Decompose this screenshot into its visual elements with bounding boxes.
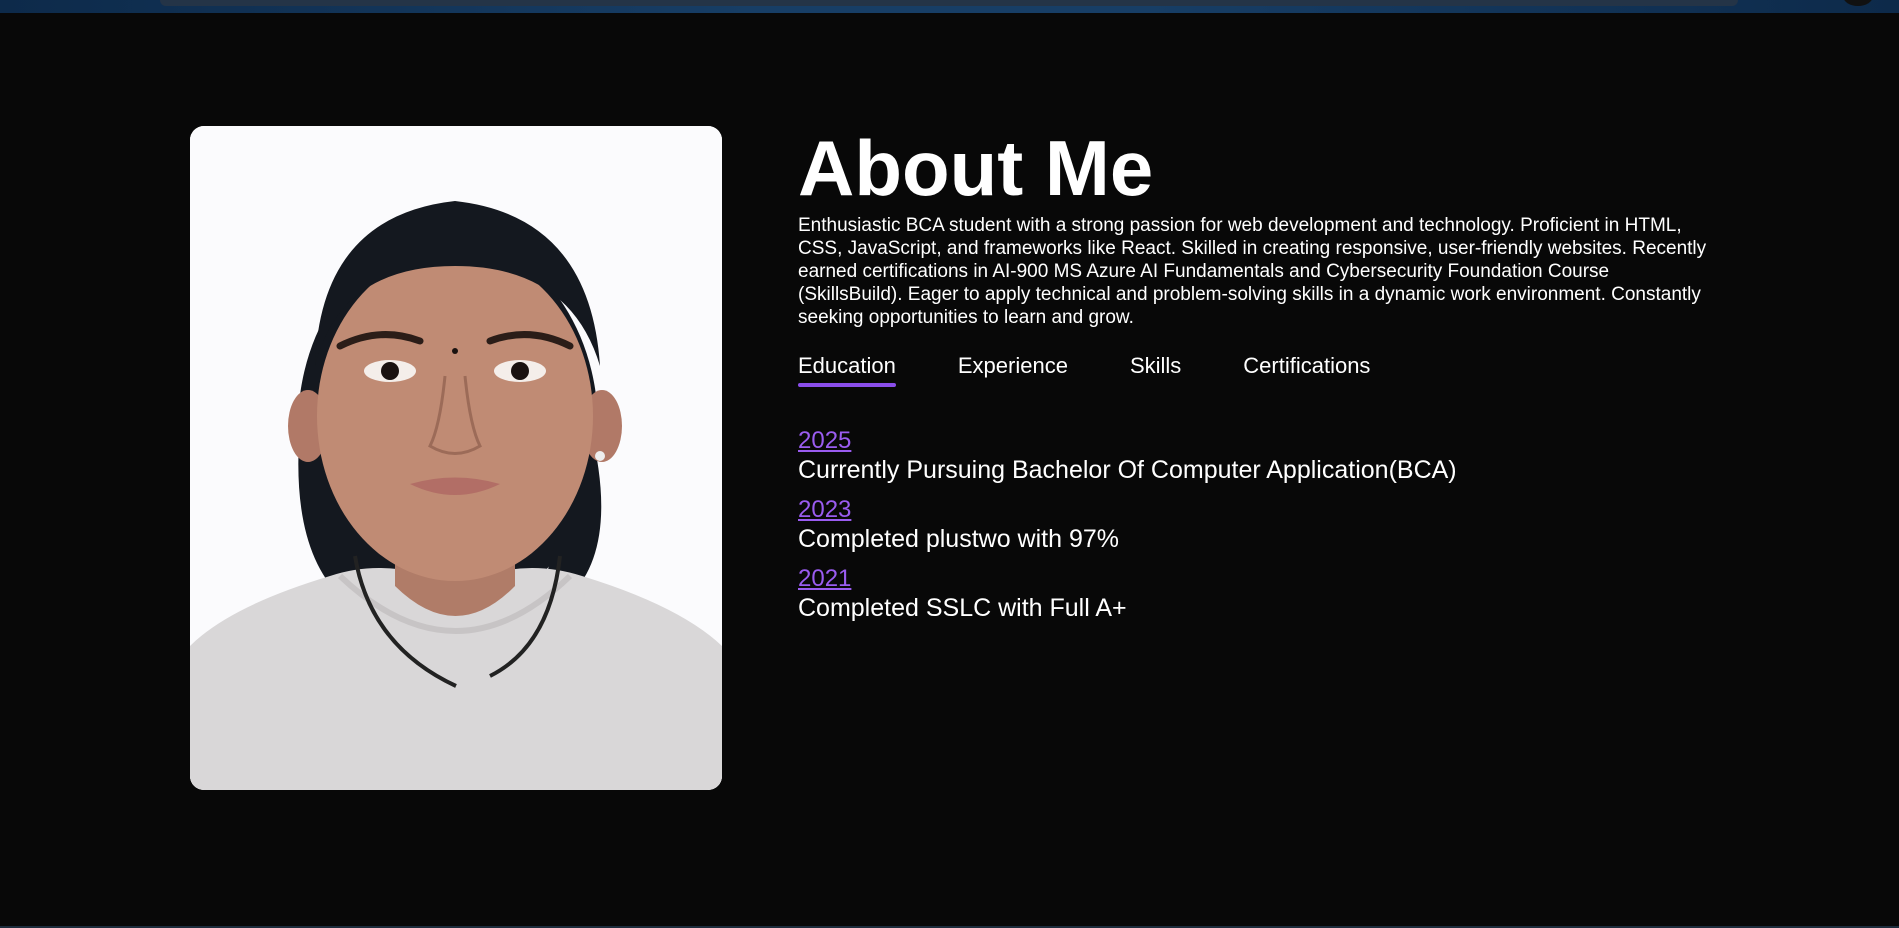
tab-certifications[interactable]: Certifications — [1243, 353, 1370, 387]
education-list: 2025 Currently Pursuing Bachelor Of Comp… — [798, 427, 1710, 623]
entry-text: Completed SSLC with Full A+ — [798, 594, 1127, 622]
tab-education[interactable]: Education — [798, 353, 896, 387]
list-item: 2023 Completed plustwo with 97% — [798, 496, 1710, 554]
list-item: 2021 Completed SSLC with Full A+ — [798, 565, 1710, 623]
year-link[interactable]: 2023 — [798, 496, 851, 524]
tab-experience[interactable]: Experience — [958, 353, 1068, 387]
entry-text: Currently Pursuing Bachelor Of Computer … — [798, 456, 1457, 484]
tab-skills[interactable]: Skills — [1130, 353, 1181, 387]
page-title: About Me — [798, 124, 1154, 212]
about-content: About Me Enthusiastic BCA student with a… — [798, 126, 1710, 634]
year-link[interactable]: 2021 — [798, 565, 851, 593]
list-item: 2025 Currently Pursuing Bachelor Of Comp… — [798, 427, 1710, 485]
browser-top-strip — [0, 0, 1899, 13]
tab-bar: Education Experience Skills Certificatio… — [798, 353, 1710, 387]
entry-text: Completed plustwo with 97% — [798, 525, 1119, 553]
top-corner-dot — [1843, 0, 1873, 6]
year-link[interactable]: 2025 — [798, 427, 851, 455]
top-bar — [160, 0, 1738, 6]
about-description: Enthusiastic BCA student with a strong p… — [798, 215, 1707, 328]
profile-photo — [190, 126, 722, 790]
